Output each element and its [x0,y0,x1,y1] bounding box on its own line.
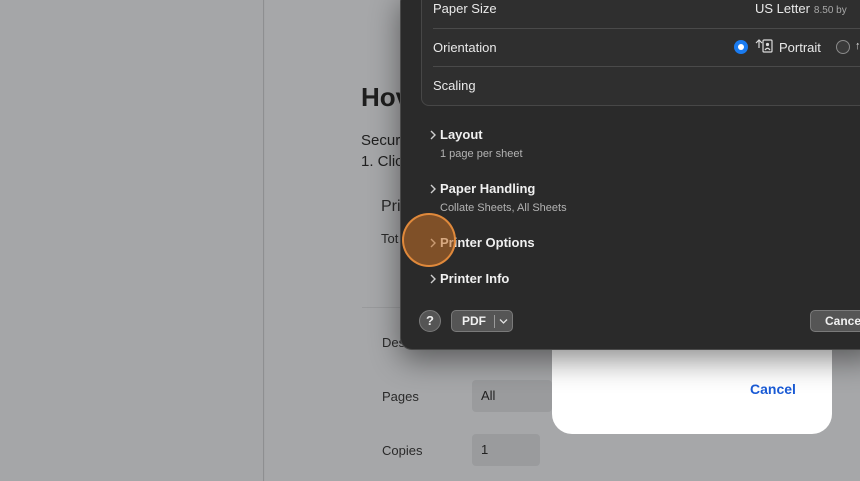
pdf-divider [494,315,495,328]
landscape-radio[interactable] [836,40,850,54]
orientation-label: Orientation [433,40,497,55]
paper-handling-subtitle: Collate Sheets, All Sheets [440,202,567,214]
pdf-menu-button[interactable]: PDF [451,310,513,332]
cancel-button[interactable]: Cance [810,310,860,332]
printer-info-title: Printer Info [440,271,510,286]
sheet-cancel-button[interactable]: Cancel [750,381,796,397]
background-text-line: Secur [361,132,401,149]
portrait-label: Portrait [779,40,821,55]
background-preview-label: Pri [381,198,401,215]
layout-title: Layout [440,127,483,142]
click-highlight [402,213,456,267]
pages-label: Pages [382,389,419,404]
pages-select[interactable]: All [472,380,552,412]
chevron-down-icon [499,319,508,324]
chevron-right-icon [430,130,436,140]
cancel-label: Cance [825,314,860,328]
portrait-icon [755,39,773,53]
copies-label: Copies [382,443,423,458]
landscape-icon: ↑ [855,40,860,52]
paper-size-detail: 8.50 by [813,5,847,16]
layout-subtitle: 1 page per sheet [440,148,523,160]
chevron-right-icon [430,184,436,194]
background-sidebar [0,0,264,481]
paper-size-label: Paper Size [433,1,497,16]
panel-divider [433,66,860,67]
background-total-label: Tot [381,231,399,246]
portrait-radio[interactable] [734,40,748,54]
help-button[interactable]: ? [419,310,441,332]
chevron-right-icon [430,274,436,284]
paper-size-select[interactable]: US Letter 8.50 by [755,1,847,16]
background-text-line: 1. Clic [361,153,403,170]
copies-input[interactable]: 1 [472,434,540,466]
panel-divider [433,28,860,29]
pdf-label: PDF [462,314,486,328]
paper-handling-title: Paper Handling [440,181,536,196]
scaling-label: Scaling [433,78,476,93]
paper-size-value: US Letter [755,1,810,16]
